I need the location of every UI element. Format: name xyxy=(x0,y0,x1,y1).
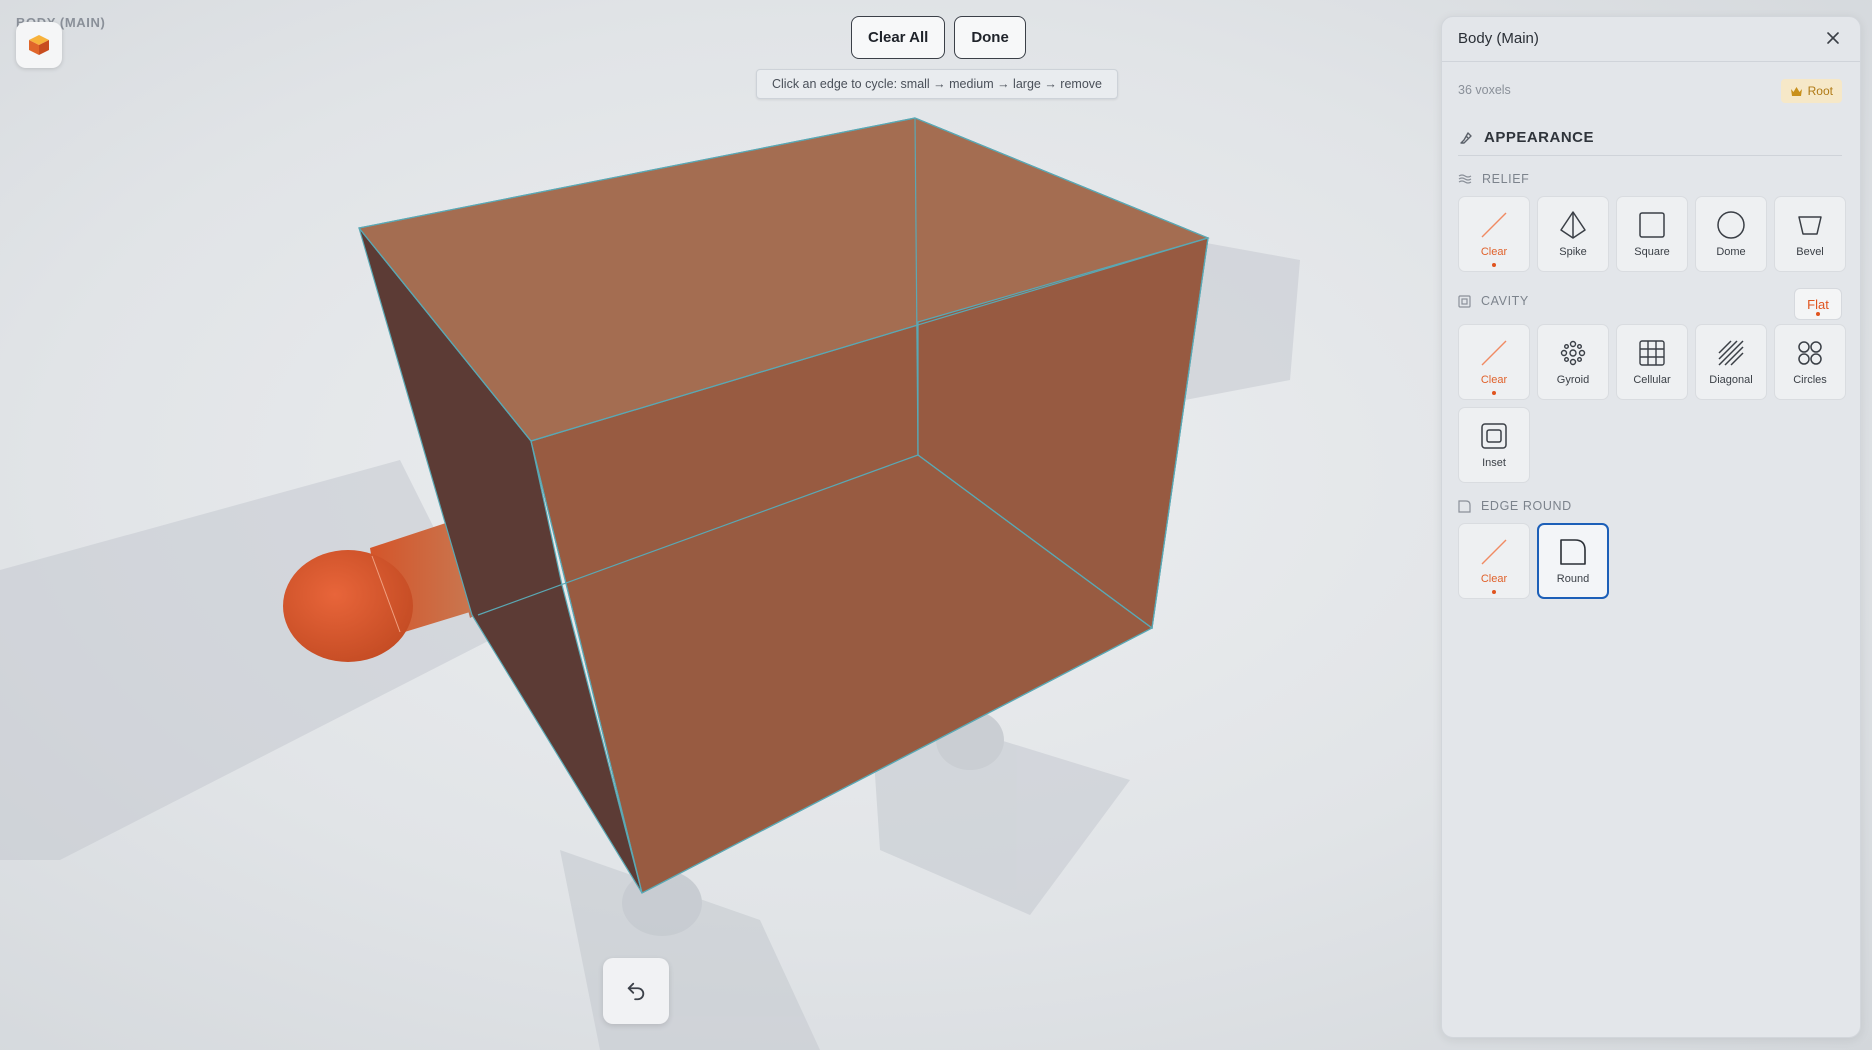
relief-square-option[interactable]: Square xyxy=(1616,196,1688,272)
cube-logo-icon xyxy=(29,35,49,55)
option-label: Square xyxy=(1634,246,1670,258)
active-dot xyxy=(1492,391,1496,395)
clear-slash-icon xyxy=(1481,539,1507,565)
cavity-cellular-option[interactable]: Cellular xyxy=(1616,324,1688,400)
paintbrush-icon xyxy=(1460,131,1472,144)
edge-round-option[interactable]: Round xyxy=(1537,523,1609,599)
inset-icon xyxy=(1481,423,1507,449)
option-label: Inset xyxy=(1482,457,1506,469)
cavity-circles-option[interactable]: Circles xyxy=(1774,324,1846,400)
relief-heading-label: RELIEF xyxy=(1482,172,1530,186)
option-label: Circles xyxy=(1793,374,1827,386)
bevel-icon xyxy=(1798,216,1822,235)
relief-spike-option[interactable]: Spike xyxy=(1537,196,1609,272)
divider xyxy=(1458,155,1842,156)
relief-dome-option[interactable]: Dome xyxy=(1695,196,1767,272)
appearance-heading: APPEARANCE xyxy=(1458,129,1594,146)
diagonal-icon xyxy=(1718,340,1744,366)
square-icon xyxy=(1639,212,1665,238)
panel-title: Body (Main) xyxy=(1458,30,1539,47)
cavity-diagonal-option[interactable]: Diagonal xyxy=(1695,324,1767,400)
edge-round-options: Clear Round xyxy=(1458,523,1846,599)
cavity-heading: CAVITY xyxy=(1458,294,1529,308)
option-label: Bevel xyxy=(1796,246,1824,258)
option-label: Diagonal xyxy=(1709,374,1753,386)
relief-options: Clear Spike Square Dome Bevel xyxy=(1458,196,1846,272)
clear-all-button[interactable]: Clear All xyxy=(851,16,946,59)
option-label: Dome xyxy=(1716,246,1746,258)
round-corner-icon xyxy=(1560,539,1586,565)
option-label: Gyroid xyxy=(1556,374,1590,386)
cavity-gyroid-option[interactable]: Gyroid xyxy=(1537,324,1609,400)
dome-icon xyxy=(1717,211,1745,239)
clear-slash-icon xyxy=(1481,340,1507,366)
relief-bevel-option[interactable]: Bevel xyxy=(1774,196,1846,272)
active-dot xyxy=(1492,590,1496,594)
option-label: Clear xyxy=(1480,573,1508,585)
edge-hint: Click an edge to cycle: small → medium →… xyxy=(756,69,1118,99)
edge-clear-option[interactable]: Clear xyxy=(1458,523,1530,599)
cavity-flat-toggle[interactable]: Flat xyxy=(1794,288,1842,320)
root-badge: Root xyxy=(1780,79,1842,103)
gyroid-icon xyxy=(1560,340,1586,366)
relief-clear-option[interactable]: Clear xyxy=(1458,196,1530,272)
done-button[interactable]: Done xyxy=(954,16,1026,59)
option-label: Clear xyxy=(1480,246,1508,258)
active-dot xyxy=(1492,263,1496,267)
option-label: Spike xyxy=(1559,246,1587,258)
rounded-corner-icon xyxy=(1458,499,1471,513)
panel-header: Body (Main) xyxy=(1442,17,1860,62)
logo-button[interactable] xyxy=(16,22,62,68)
flat-label: Flat xyxy=(1807,296,1829,312)
edge-round-heading-label: EDGE ROUND xyxy=(1481,499,1572,513)
close-icon[interactable] xyxy=(1824,29,1842,47)
waves-icon xyxy=(1458,174,1472,184)
clear-slash-icon xyxy=(1481,212,1507,238)
undo-button[interactable] xyxy=(603,958,669,1024)
edge-round-heading: EDGE ROUND xyxy=(1458,499,1572,513)
cavity-options: Clear Gyroid Cellular Diagonal Circles I… xyxy=(1458,324,1846,483)
voxel-count: 36 voxels xyxy=(1458,83,1511,97)
cavity-icon xyxy=(1458,294,1471,308)
cavity-inset-option[interactable]: Inset xyxy=(1458,407,1530,483)
option-label: Clear xyxy=(1480,374,1508,386)
crown-icon xyxy=(1790,86,1802,96)
spike-icon xyxy=(1560,211,1586,239)
option-label: Round xyxy=(1556,573,1590,585)
relief-heading: RELIEF xyxy=(1458,172,1529,186)
circles-icon xyxy=(1798,341,1822,365)
undo-icon xyxy=(627,982,645,1001)
appearance-heading-label: APPEARANCE xyxy=(1484,129,1595,146)
option-label: Cellular xyxy=(1633,374,1671,386)
top-toolbar: Clear All Done xyxy=(851,16,1026,59)
cavity-heading-label: CAVITY xyxy=(1481,294,1529,308)
cellular-icon xyxy=(1639,340,1665,366)
active-dot xyxy=(1816,312,1820,316)
root-badge-label: Root xyxy=(1807,84,1833,98)
properties-panel: Body (Main) 36 voxels Root APPEARANCE RE… xyxy=(1441,16,1861,1038)
cavity-clear-option[interactable]: Clear xyxy=(1458,324,1530,400)
